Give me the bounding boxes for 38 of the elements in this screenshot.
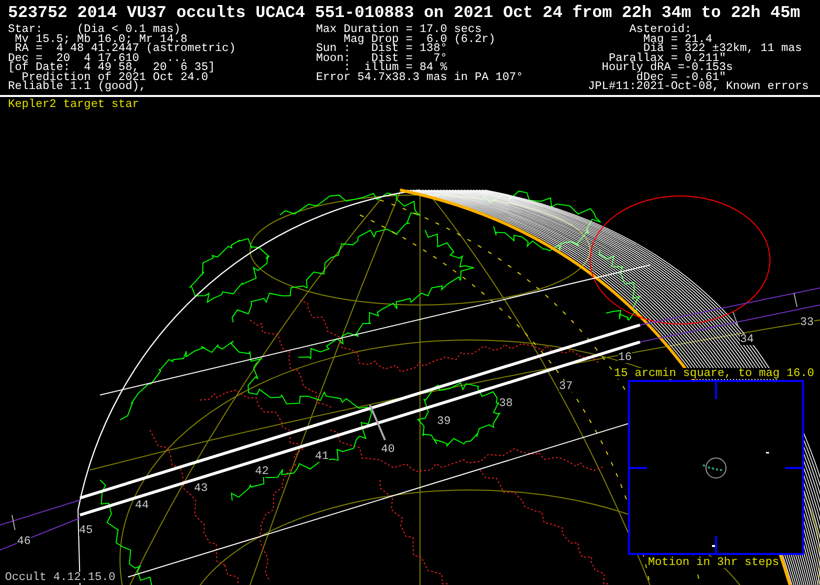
info-line: RA = 4 48 41.2447 (astrometric) [14,44,236,54]
version-label: Occult 4.12.15.0 [5,572,116,583]
info-line: Dia = 322 ±32km, 11 mas [643,44,803,54]
info-line: Parallax = 0.211" [608,54,726,63]
star-note: Kepler2 target star [8,99,140,110]
info-line: JPL#11:2021-Oct-08, Known errors [588,82,809,92]
info-line: Dec = 20 4 17.610 ... [8,54,188,63]
info-line: Error 54.7x38.3 mas in PA 107° [316,72,524,82]
info-line: Prediction of 2021 Oct 24.0 [22,72,208,82]
time-label: 38 [499,398,513,409]
time-label: 43 [194,483,208,494]
info-line: : illum = 84 % [344,63,448,72]
info-line: Sun : Dist = 138° [316,44,448,54]
motion-note: Motion in 3hr steps [648,557,780,568]
time-label: 46 [17,536,31,547]
time-label: 44 [135,500,149,511]
time-label: 41 [315,451,329,462]
info-line: Mag = 21.4 [642,34,712,44]
time-label: 37 [559,381,573,392]
info-line: [of Date: 4 49 58, 20 6 35] [8,63,216,72]
time-label: 33 [800,317,814,328]
map-title: 523752 2014 VU37 occults UCAC4 551-010883 on 2021 Oct 24 from 22h 34m to 22h 45m [8,3,800,23]
inset-caption: 15 arcmin square, to mag 16.0 [614,368,814,379]
time-label: 34 [740,334,754,345]
info-line: Asteroid: [628,25,692,34]
info-line: dDec = -0.61" [636,72,726,82]
time-label: 42 [255,466,269,477]
info-line: Hourly dRA =-0.153s [600,63,734,72]
info-line: Mv 15.5; Mb 16.0; Mr 14.8 [14,34,188,44]
time-label: 40 [381,444,395,455]
info-line: Reliable 1.1 (good), [8,82,148,92]
time-label: 16 [618,352,632,363]
info-line: Mag Drop = 6.0 (6.2r) [342,34,496,44]
info-line: Star: (Dia < 0.1 mas) [8,25,181,34]
info-line: Max Duration = 17.0 secs [316,25,482,34]
info-line: Moon: Dist = 7° [316,54,448,63]
time-label: 39 [437,416,451,427]
time-label: 45 [79,525,93,536]
